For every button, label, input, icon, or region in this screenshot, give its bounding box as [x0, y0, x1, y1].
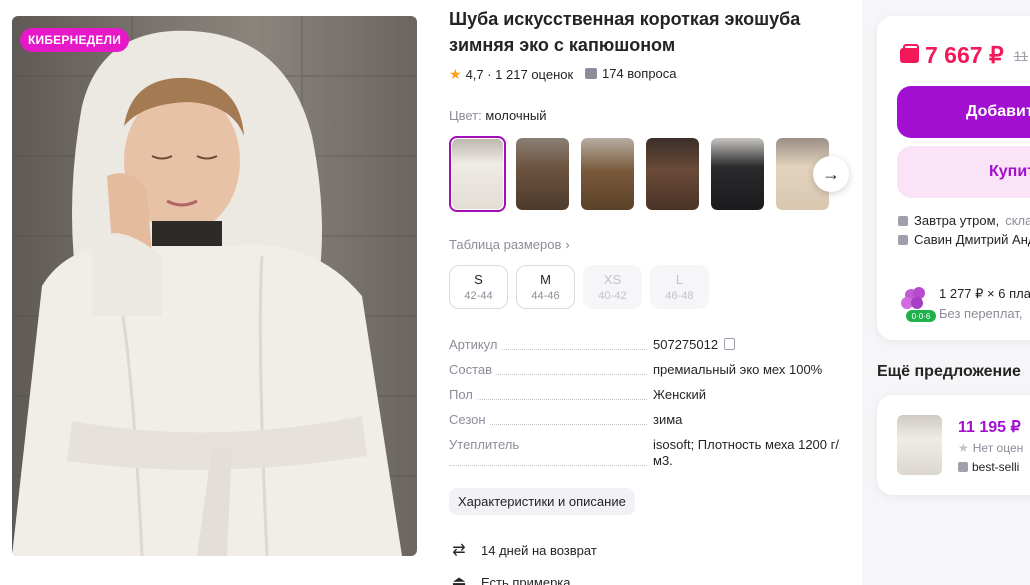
size-letter: XS [603, 272, 622, 287]
price-block: 7 667 ₽ 11 [900, 42, 1028, 69]
installment-badge: 0·0·6 [912, 312, 931, 321]
photo-illustration [12, 16, 417, 556]
delivery-text: Завтра утром, [914, 213, 1000, 228]
spec-key: Сезон [449, 412, 490, 427]
add-to-cart-button[interactable]: Добавит [897, 86, 1030, 138]
spec-row: Состав премиальный эко мех 100% [449, 362, 849, 378]
specs-list: Артикул 507275012 Состав премиальный эко… [449, 337, 849, 478]
size-table-link[interactable]: Таблица размеров › [449, 237, 570, 252]
return-arrows-icon: ⇄ [452, 542, 466, 559]
spec-key: Утеплитель [449, 437, 524, 452]
feature-returns: ⇄ 14 дней на возврат [449, 540, 597, 560]
size-option-unavailable: L 46-48 [650, 265, 709, 309]
size-ru: 42-44 [464, 290, 493, 302]
thumbnail-image [581, 138, 634, 210]
chevron-right-icon: › [565, 237, 570, 252]
questions-text: 174 вопроса [602, 66, 677, 81]
questions-link[interactable]: 174 вопроса [585, 66, 677, 81]
thumbnails-next-button[interactable]: → [813, 156, 849, 192]
spec-row: Пол Женский [449, 387, 849, 403]
installment-amount: 1 277 ₽ × 6 пла [939, 286, 1030, 301]
description-button[interactable]: Характеристики и описание [449, 488, 635, 515]
seller-info[interactable]: Савин Дмитрий Анд [898, 232, 1030, 247]
chat-bubble-icon [585, 68, 597, 79]
thumbnail-image [452, 139, 503, 209]
other-offer-rating: ★ Нет оцен [958, 441, 1023, 455]
size-letter: L [675, 272, 684, 287]
feature-text: Есть примерка [481, 574, 571, 585]
spec-row: Утеплитель isosoft; Плотность меха 1200 … [449, 437, 849, 469]
color-value: молочный [485, 108, 547, 123]
size-ru: 44-46 [531, 290, 560, 302]
spec-key: Артикул [449, 337, 502, 352]
main-product-photo[interactable]: КИБЕРНЕДЕЛИ [12, 16, 417, 556]
delivery-warehouse: скла [1005, 213, 1030, 228]
article-value: 507275012 [653, 337, 719, 352]
installment-clover-icon: 0·0·6 [901, 287, 936, 322]
feature-fitting: ⏏ Есть примерка [449, 572, 571, 585]
size-letter: M [540, 272, 551, 287]
spec-key: Пол [449, 387, 477, 402]
color-thumbnail[interactable] [579, 136, 636, 212]
arrow-right-icon: → [822, 163, 840, 184]
size-option[interactable]: S 42-44 [449, 265, 508, 309]
spec-value: Женский [653, 387, 706, 402]
thumbnail-image [516, 138, 569, 210]
rating-link[interactable]: ★ 4,7 · 1 217 оценок [449, 66, 573, 83]
size-ru: 46-48 [665, 290, 694, 302]
feature-text: 14 дней на возврат [481, 542, 597, 558]
size-option[interactable]: M 44-46 [516, 265, 575, 309]
spec-key: Состав [449, 362, 497, 377]
other-offer-rating-text: Нет оцен [972, 441, 1024, 455]
spec-value: зима [653, 412, 683, 427]
spec-row: Артикул 507275012 [449, 337, 849, 353]
color-thumbnail[interactable] [709, 136, 766, 212]
other-offer-seller: best-selli [958, 460, 1019, 474]
color-thumbnail[interactable] [514, 136, 571, 212]
other-offer-price: 11 195 ₽ [958, 419, 1021, 436]
color-label: Цвет: [449, 108, 482, 123]
promo-badge: КИБЕРНЕДЕЛИ [20, 28, 130, 52]
size-option-unavailable: XS 40-42 [583, 265, 642, 309]
size-options: S 42-44 M 44-46 XS 40-42 L 46-48 [449, 265, 709, 309]
other-offer-image [897, 415, 942, 475]
shop-icon [958, 462, 968, 472]
spec-value: премиальный эко мех 100% [653, 362, 823, 377]
product-title: Шуба искусственная короткая экошуба зимн… [449, 9, 801, 55]
wallet-icon [900, 44, 919, 63]
color-thumbnail[interactable] [644, 136, 701, 212]
delivery-info: Завтра утром, скла [898, 213, 1030, 228]
shop-icon [898, 234, 908, 245]
color-row: Цвет: молочный [449, 108, 547, 123]
current-price: 7 667 ₽ [925, 42, 1004, 68]
other-offer-seller-name: best-selli [972, 460, 1020, 474]
installment-info[interactable]: 1 277 ₽ × 6 пла Без переплат, [939, 284, 1030, 324]
star-icon: ★ [449, 66, 462, 82]
thumbnail-image [711, 138, 764, 210]
size-ru: 40-42 [598, 290, 627, 302]
installment-note: Без переплат, [939, 306, 1023, 321]
seller-name: Савин Дмитрий Анд [914, 232, 1030, 247]
spec-value: isosoft; Плотность меха 1200 г/м3. [653, 437, 839, 468]
rating-text: 4,7 · 1 217 оценок [465, 67, 574, 82]
old-price: 11 [1013, 47, 1029, 64]
spec-row: Сезон зима [449, 412, 849, 428]
other-offer-title: Ещё предложение [877, 363, 1021, 380]
color-thumbnail[interactable] [449, 136, 506, 212]
size-letter: S [474, 272, 483, 287]
hanger-icon: ⏏ [451, 574, 467, 585]
product-page: КИБЕРНЕДЕЛИ Шуба искусственная короткая … [0, 0, 1030, 585]
box-icon [898, 215, 908, 226]
star-icon: ★ [958, 441, 969, 455]
size-table-label: Таблица размеров [449, 237, 562, 252]
color-thumbnails [449, 136, 831, 212]
thumbnail-image [646, 138, 699, 210]
buy-now-button[interactable]: Купит [897, 146, 1030, 198]
copy-icon[interactable] [724, 338, 736, 350]
